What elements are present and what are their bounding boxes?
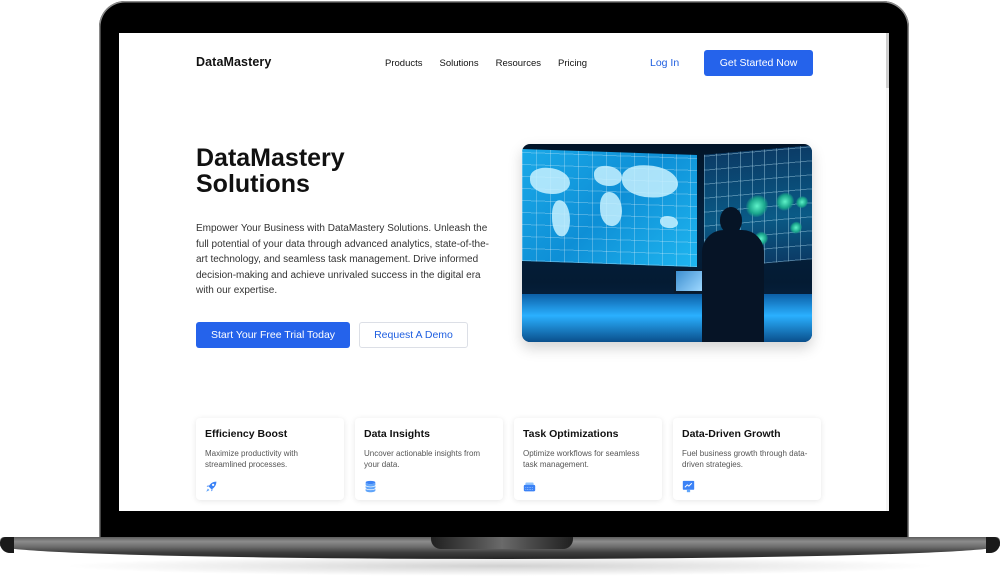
database-icon [365, 480, 376, 493]
feature-text: Maximize productivity with streamlined p… [205, 449, 298, 469]
laptop-screen: DataMastery Products Solutions Resources… [119, 33, 889, 511]
feature-title: Data Insights [364, 428, 430, 440]
feature-text: Uncover actionable insights from your da… [364, 449, 481, 469]
monitor [674, 269, 704, 293]
hero-title-line1: DataMastery [196, 144, 345, 172]
laptop-opening-notch [431, 537, 573, 549]
laptop-shadow [60, 556, 940, 576]
nav-solutions[interactable]: Solutions [440, 58, 479, 69]
start-free-trial-button[interactable]: Start Your Free Trial Today [196, 322, 350, 348]
login-link[interactable]: Log In [650, 57, 679, 69]
feature-title: Data-Driven Growth [682, 428, 781, 440]
laptop-base-edge-right [986, 537, 1000, 553]
feature-card-tasks[interactable]: Task Optimizations Optimize workflows fo… [514, 418, 662, 500]
hero-image [522, 144, 812, 342]
hero-title-line2: Solutions [196, 170, 310, 198]
presentation-chart-icon [682, 480, 695, 493]
feature-title: Efficiency Boost [205, 428, 288, 440]
hero-title: DataMastery Solutions [196, 145, 426, 197]
rocket-icon [206, 481, 217, 492]
nav-pricing[interactable]: Pricing [558, 58, 587, 69]
feature-title: Task Optimizations [523, 428, 619, 440]
laptop-base-edge-left [0, 537, 14, 553]
feature-card-growth[interactable]: Data-Driven Growth Fuel business growth … [673, 418, 821, 500]
feature-text: Fuel business growth through data-driven… [682, 449, 808, 469]
logo[interactable]: DataMastery [196, 55, 271, 69]
world-map-display [522, 148, 697, 268]
nav-resources[interactable]: Resources [496, 58, 541, 69]
main-nav: Products Solutions Resources Pricing [385, 58, 604, 69]
desk [522, 294, 812, 342]
feature-card-insights[interactable]: Data Insights Uncover actionable insight… [355, 418, 503, 500]
page-scrollbar[interactable] [886, 33, 889, 511]
hero-description: Empower Your Business with DataMastery S… [196, 223, 489, 296]
feature-text: Optimize workflows for seamless task man… [523, 449, 640, 469]
feature-card-efficiency[interactable]: Efficiency Boost Maximize productivity w… [196, 418, 344, 500]
person-silhouette-body [702, 230, 764, 342]
scrollbar-thumb[interactable] [886, 33, 889, 88]
nav-products[interactable]: Products [385, 58, 423, 69]
request-demo-button[interactable]: Request A Demo [359, 322, 468, 348]
keyboard-icon [523, 482, 536, 492]
feature-cards: Efficiency Boost Maximize productivity w… [196, 418, 821, 500]
get-started-button[interactable]: Get Started Now [704, 50, 813, 76]
